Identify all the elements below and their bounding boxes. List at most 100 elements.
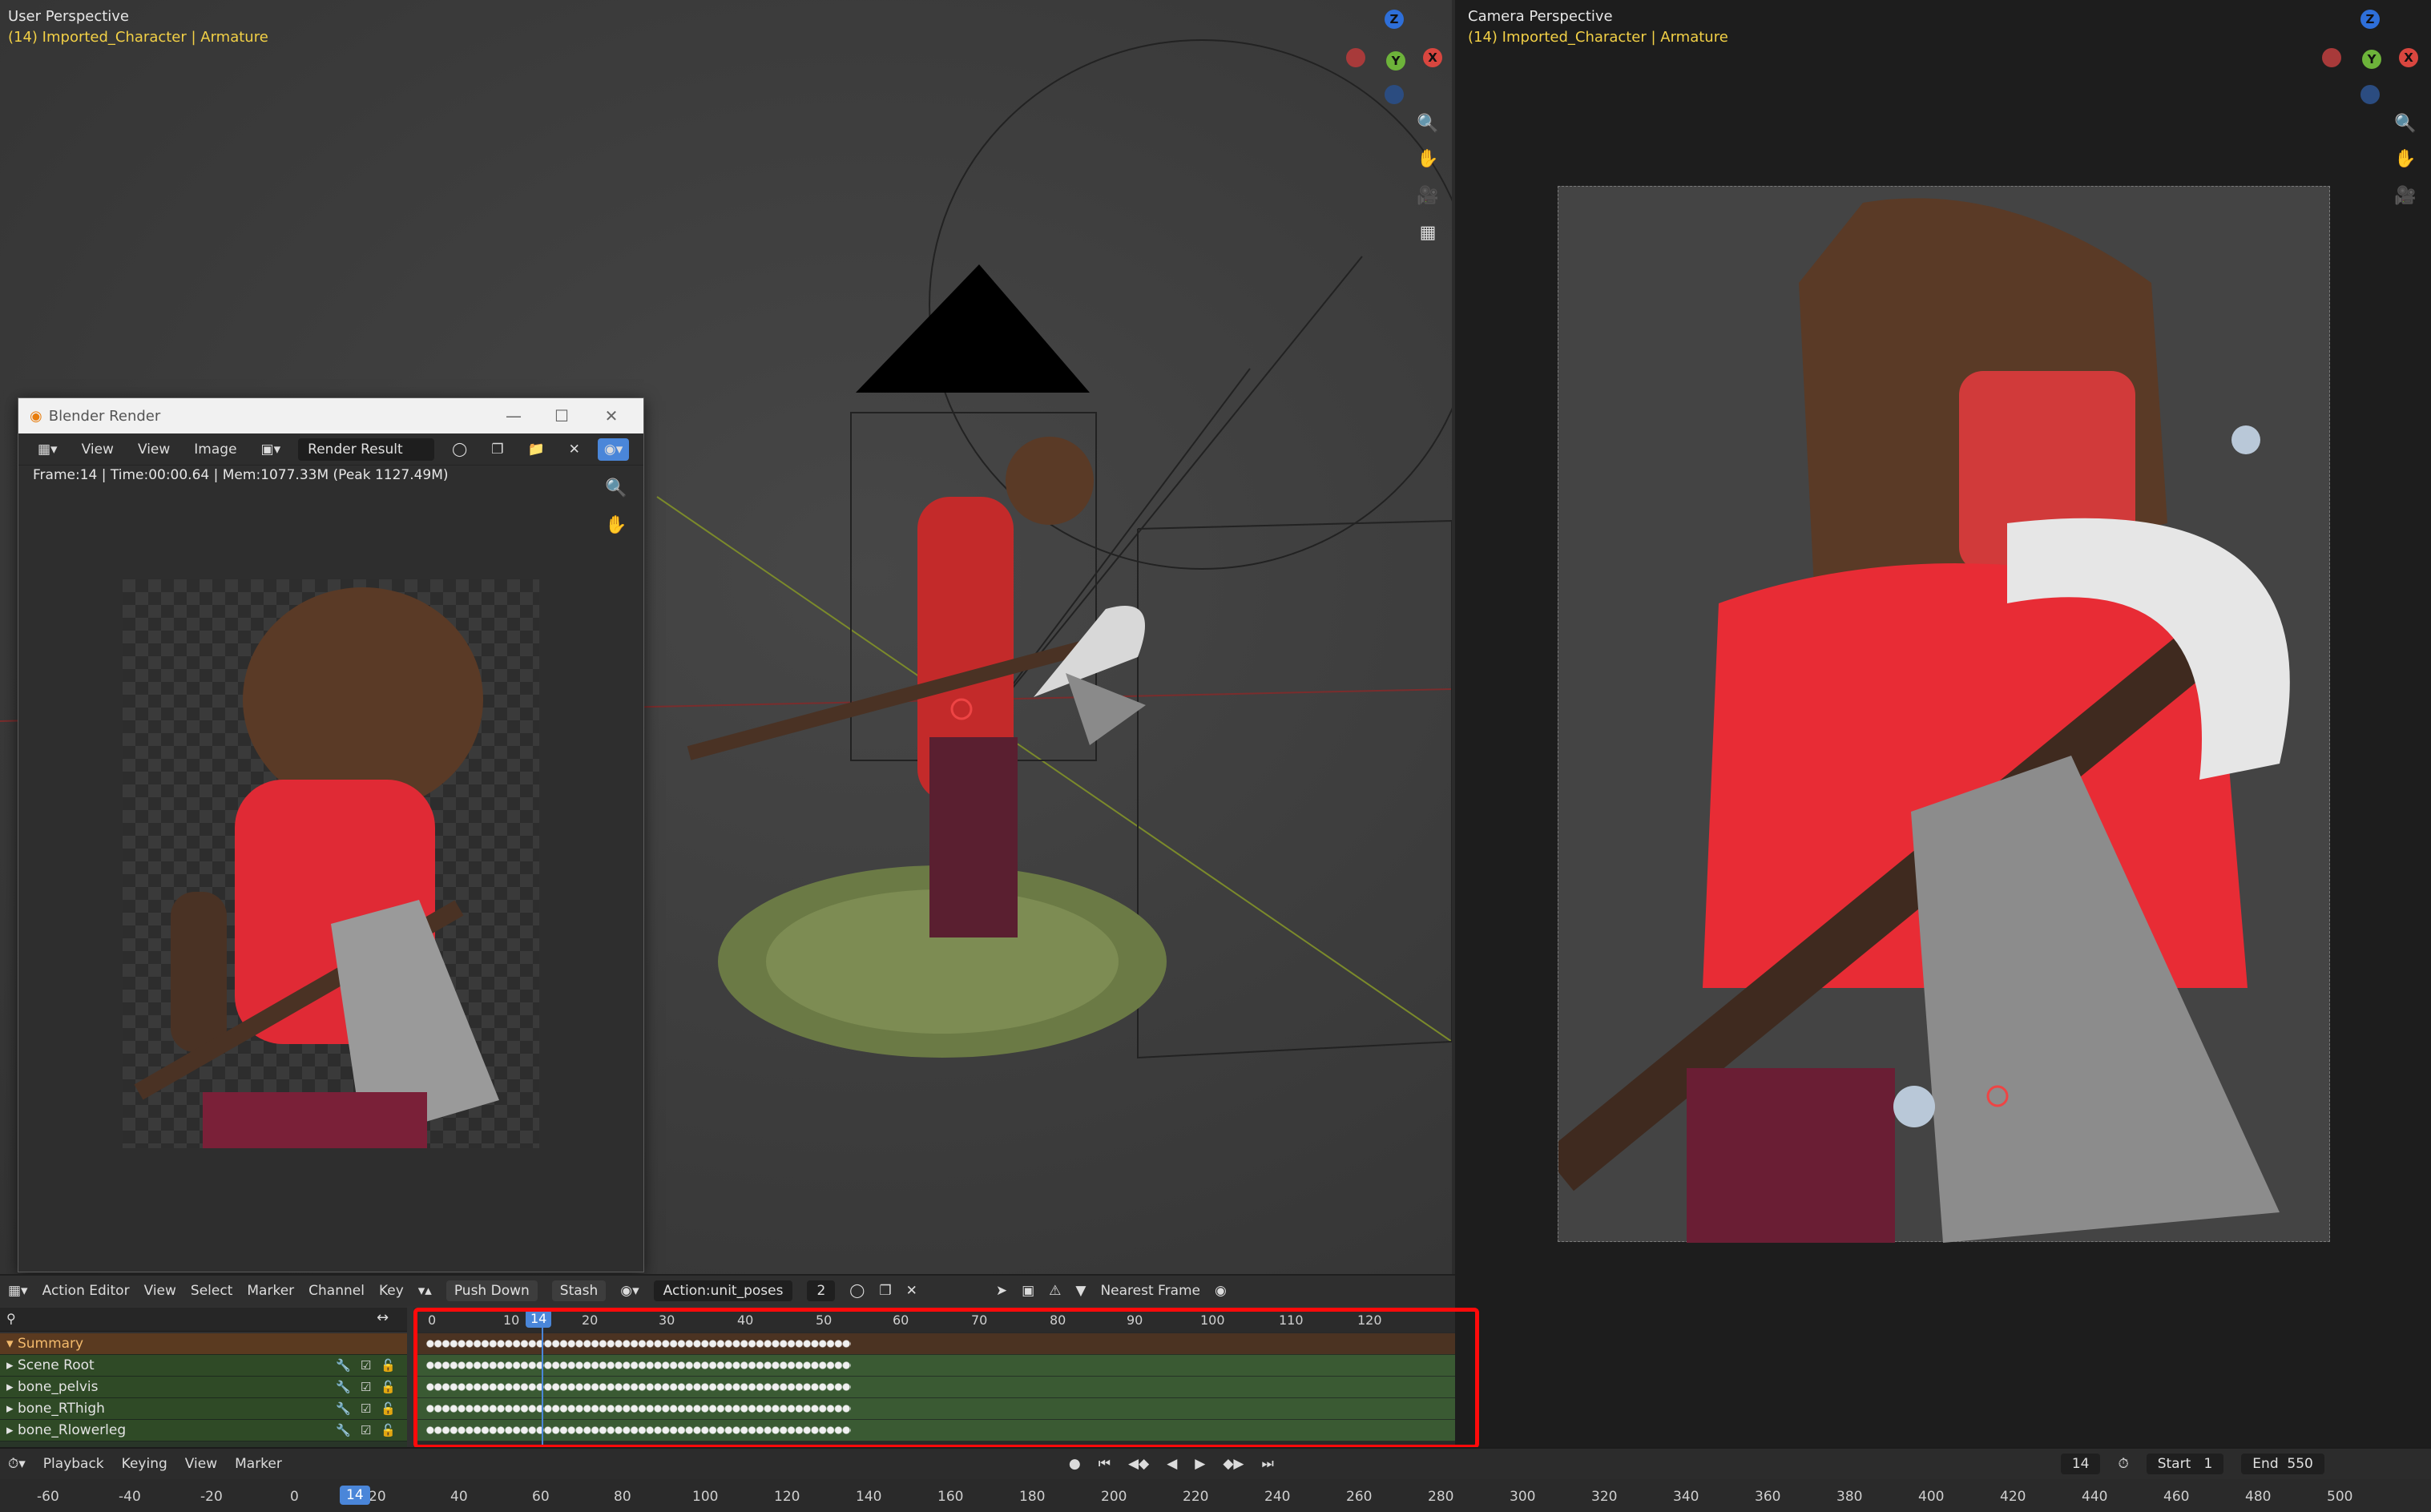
play-reverse-icon[interactable]: ◀ <box>1167 1456 1177 1472</box>
wrench-icon[interactable]: 🔧 <box>336 1401 351 1416</box>
close-button[interactable]: ✕ <box>597 403 626 429</box>
snap-mode-select[interactable]: Nearest Frame <box>1100 1283 1200 1299</box>
editor-type-icon[interactable]: ▦▾ <box>31 438 64 461</box>
zoom-icon[interactable]: 🔍 <box>599 470 634 506</box>
stopwatch-icon[interactable]: ⏱ <box>2118 1456 2128 1472</box>
action-browse-icon[interactable]: ◉▾ <box>620 1283 639 1299</box>
y-axis-icon[interactable]: Y <box>1386 51 1405 71</box>
channel-row[interactable]: ▸ bone_RThigh 🔧 ☑ 🔓 <box>0 1398 407 1420</box>
channel-row[interactable]: ▸ bone_Rlowerleg 🔧 ☑ 🔓 <box>0 1420 407 1441</box>
select-menu[interactable]: Select <box>191 1283 232 1299</box>
prev-keyframe-icon[interactable]: ◀◆ <box>1128 1456 1149 1472</box>
end-frame-field[interactable]: End 550 <box>2241 1454 2324 1474</box>
expand-icon[interactable]: ▸ <box>6 1357 18 1373</box>
view-menu[interactable]: View <box>185 1456 217 1472</box>
swap-icon[interactable]: ↔ <box>377 1309 389 1326</box>
layer-down-icon[interactable]: ▾▴ <box>418 1283 432 1299</box>
zoom-icon[interactable]: 🔍 <box>2388 106 2423 141</box>
key-menu[interactable]: Key <box>379 1283 404 1299</box>
checkbox-icon[interactable]: ☑ <box>361 1380 371 1394</box>
box-select-icon[interactable]: ▣ <box>1022 1283 1034 1299</box>
view-menu[interactable]: View <box>144 1283 176 1299</box>
zoom-icon[interactable]: 🔍 <box>1410 106 1445 141</box>
timeline[interactable]: ⏱▾ Playback Keying View Marker ● ⏮ ◀◆ ◀ … <box>0 1447 2431 1512</box>
filter-icon[interactable]: ▼ <box>1075 1283 1086 1299</box>
image-name-field[interactable]: Render Result <box>298 437 435 461</box>
camera-icon[interactable]: 🎥 <box>1410 178 1445 213</box>
wrench-icon[interactable]: 🔧 <box>336 1380 351 1394</box>
timeline-current-frame[interactable]: 14 <box>340 1486 370 1505</box>
display-channels-icon[interactable]: ◉▾ <box>597 437 630 461</box>
action-users-count[interactable]: 2 <box>807 1280 836 1301</box>
action-name-field[interactable]: Action:unit_poses <box>653 1280 793 1301</box>
hand-pan-icon[interactable]: ✋ <box>1410 141 1445 176</box>
view-menu-secondary[interactable]: View <box>131 438 176 461</box>
jump-end-icon[interactable]: ⏭ <box>1262 1456 1274 1472</box>
editor-type-icon[interactable]: ▦▾ <box>8 1283 28 1299</box>
channel-search-input[interactable]: ⚲ ↔ <box>0 1308 407 1332</box>
x-axis-icon[interactable]: X <box>1423 48 1442 67</box>
lock-icon[interactable]: 🔓 <box>381 1358 396 1373</box>
z-axis-icon[interactable]: Z <box>2360 10 2380 29</box>
channel-row[interactable]: ▸ Scene Root 🔧 ☑ 🔓 <box>0 1355 407 1377</box>
hand-pan-icon[interactable]: ✋ <box>599 507 634 542</box>
timeline-editor-icon[interactable]: ⏱▾ <box>8 1456 26 1472</box>
unlink-icon[interactable]: ✕ <box>562 438 587 461</box>
y-axis-icon[interactable]: Y <box>2362 50 2381 69</box>
folder-icon[interactable]: 📁 <box>521 438 550 461</box>
expand-icon[interactable]: ▸ <box>6 1401 18 1417</box>
stash-button[interactable]: Stash <box>551 1280 607 1301</box>
checkbox-icon[interactable]: ☑ <box>361 1358 371 1373</box>
neg-x-axis-icon[interactable] <box>1346 48 1365 67</box>
jump-start-icon[interactable]: ⏮ <box>1099 1456 1111 1472</box>
next-keyframe-icon[interactable]: ◆▶ <box>1223 1456 1244 1472</box>
maximize-button[interactable]: ☐ <box>547 403 576 429</box>
image-browse-icon[interactable]: ▣▾ <box>255 438 288 461</box>
expand-icon[interactable]: ▸ <box>6 1422 18 1438</box>
select-tool-icon[interactable]: ➤ <box>996 1283 1007 1299</box>
editor-mode-select[interactable]: Action Editor <box>42 1283 130 1299</box>
lock-icon[interactable]: 🔓 <box>381 1380 396 1394</box>
minimize-button[interactable]: — <box>499 403 528 429</box>
warning-icon[interactable]: ⚠ <box>1049 1283 1061 1299</box>
expand-icon[interactable]: ▾ <box>6 1336 18 1352</box>
current-frame-field[interactable]: 14 <box>2060 1454 2101 1474</box>
z-axis-icon[interactable]: Z <box>1385 10 1404 29</box>
image-menu[interactable]: Image <box>187 438 243 461</box>
navigation-gizmo[interactable]: Z Y X <box>2322 10 2418 106</box>
channel-row[interactable]: ▸ bone_pelvis 🔧 ☑ 🔓 <box>0 1377 407 1398</box>
grid-icon[interactable]: ▦ <box>1410 215 1445 250</box>
lock-icon[interactable]: 🔓 <box>381 1401 396 1416</box>
marker-menu[interactable]: Marker <box>235 1456 282 1472</box>
start-frame-field[interactable]: Start 1 <box>2146 1454 2224 1474</box>
neg-x-axis-icon[interactable] <box>2322 48 2341 67</box>
expand-icon[interactable]: ▸ <box>6 1379 18 1395</box>
lock-icon[interactable]: 🔓 <box>381 1423 396 1437</box>
push-down-button[interactable]: Push Down <box>445 1280 538 1301</box>
shield-icon[interactable]: ◯ <box>445 438 474 461</box>
x-axis-icon[interactable]: X <box>2399 48 2418 67</box>
wrench-icon[interactable]: 🔧 <box>336 1423 351 1437</box>
checkbox-icon[interactable]: ☑ <box>361 1423 371 1437</box>
playback-menu[interactable]: Playback <box>43 1456 104 1472</box>
view-menu[interactable]: View <box>75 438 120 461</box>
navigation-gizmo[interactable]: Z Y X <box>1346 10 1442 106</box>
wrench-icon[interactable]: 🔧 <box>336 1358 351 1373</box>
fake-user-icon[interactable]: ◯ <box>849 1283 865 1299</box>
neg-z-axis-icon[interactable] <box>2360 85 2380 104</box>
unlink-icon[interactable]: ✕ <box>906 1283 917 1299</box>
duplicate-icon[interactable]: ❐ <box>879 1283 891 1299</box>
marker-menu[interactable]: Marker <box>247 1283 294 1299</box>
play-icon[interactable]: ▶ <box>1195 1456 1205 1472</box>
neg-z-axis-icon[interactable] <box>1385 85 1404 104</box>
camera-perspective-viewport[interactable]: Camera Perspective (14) Imported_Charact… <box>1455 0 2431 1447</box>
channel-menu[interactable]: Channel <box>308 1283 365 1299</box>
proportional-edit-icon[interactable]: ◉ <box>1215 1283 1227 1299</box>
hand-pan-icon[interactable]: ✋ <box>2388 141 2423 176</box>
render-window[interactable]: ◉ Blender Render — ☐ ✕ ▦▾ View View Imag… <box>18 397 644 1272</box>
duplicate-icon[interactable]: ❐ <box>485 438 510 461</box>
render-window-titlebar[interactable]: ◉ Blender Render — ☐ ✕ <box>18 398 643 433</box>
keying-menu[interactable]: Keying <box>122 1456 167 1472</box>
checkbox-icon[interactable]: ☑ <box>361 1401 371 1416</box>
camera-icon[interactable]: 🎥 <box>2388 178 2423 213</box>
